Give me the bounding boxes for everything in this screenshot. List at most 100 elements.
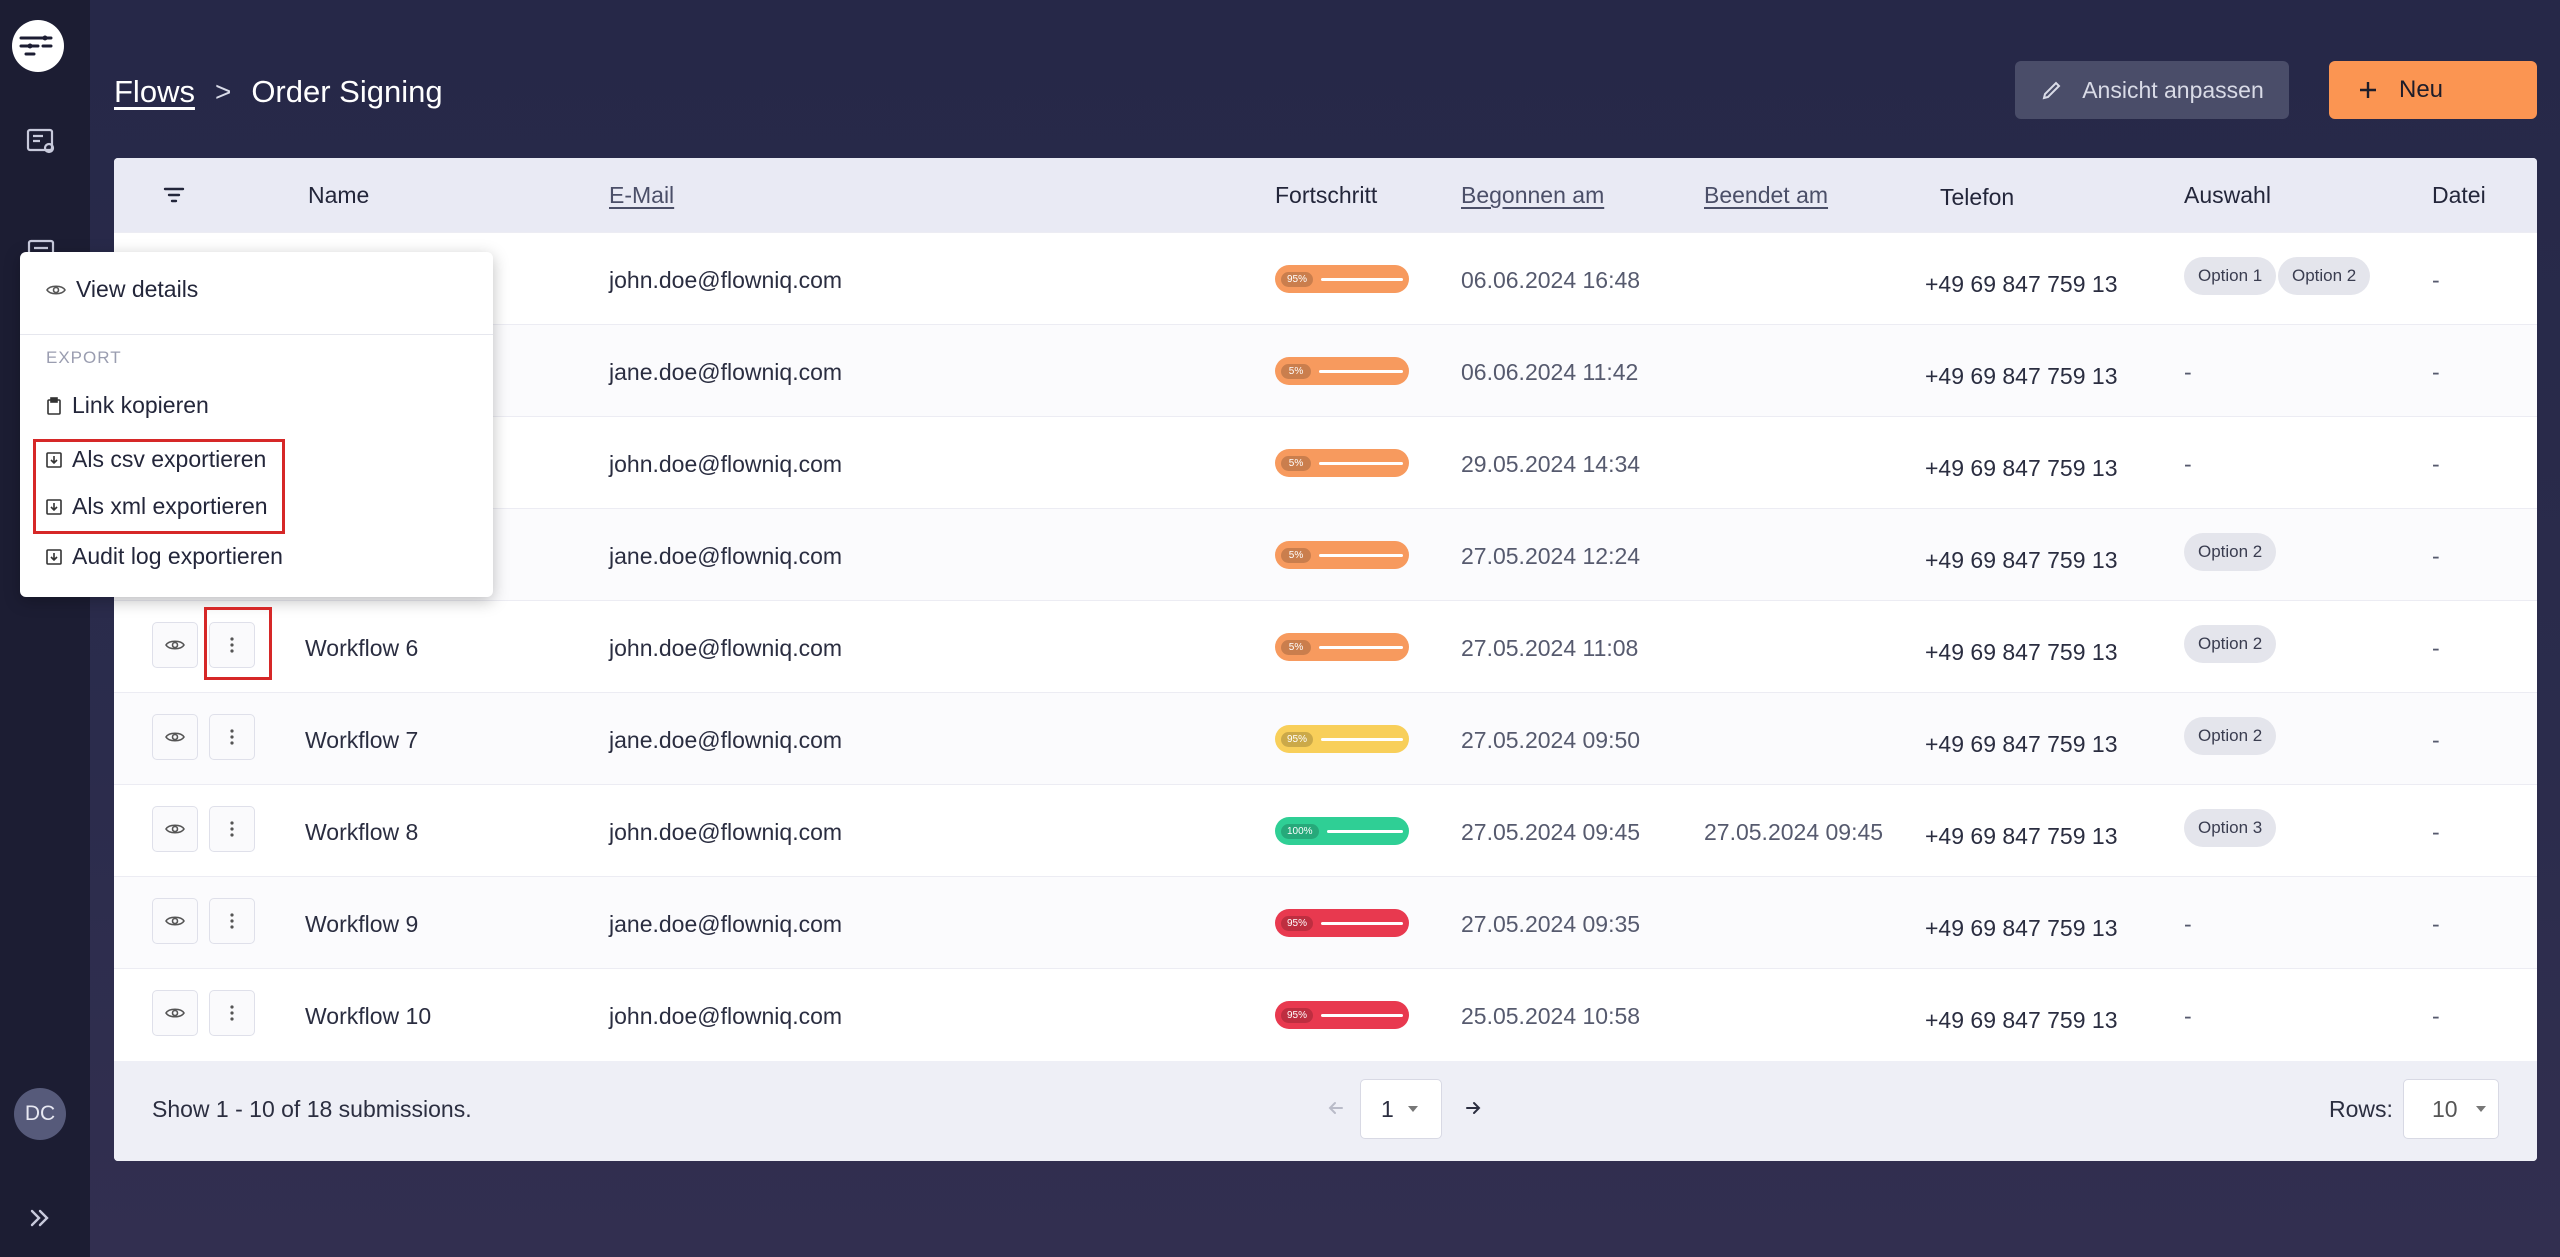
progress-percent: 5% — [1281, 639, 1311, 655]
progress-bar: 95% — [1275, 265, 1409, 293]
header-name: Name — [308, 182, 370, 208]
prev-page-icon[interactable] — [1326, 1097, 1346, 1124]
table-footer: Show 1 - 10 of 18 submissions. 1 Rows: 1… — [114, 1061, 2537, 1161]
progress-bar: 5% — [1275, 357, 1409, 385]
row-file: - — [2432, 359, 2440, 385]
rows-per-page-select[interactable]: 10 — [2403, 1079, 2499, 1139]
eye-icon — [46, 284, 66, 295]
rows-label: Rows: — [2329, 1096, 2393, 1122]
row-phone: +49 69 847 759 13 — [1925, 547, 2118, 573]
new-button-label: Neu — [2399, 76, 2444, 103]
sidebar: DC — [0, 0, 90, 1257]
page-select[interactable]: 1 — [1360, 1079, 1442, 1139]
clipboard-icon — [47, 396, 61, 415]
table-row[interactable]: Workflow 6 john.doe@flowniq.com 5% 27.05.… — [114, 600, 2537, 692]
breadcrumb: Flows > Order Signing — [114, 70, 443, 114]
logo-icon[interactable] — [12, 20, 64, 72]
next-page-icon[interactable] — [1463, 1097, 1483, 1124]
more-vertical-icon — [230, 729, 234, 745]
view-row-button[interactable] — [152, 898, 198, 944]
eye-icon — [165, 732, 185, 742]
view-details-menu-item[interactable]: View details — [46, 276, 198, 303]
export-section-label: EXPORT — [46, 348, 122, 367]
row-choice-empty: - — [2184, 1003, 2192, 1029]
row-phone: +49 69 847 759 13 — [1925, 823, 2118, 849]
row-phone: +49 69 847 759 13 — [1925, 915, 2118, 941]
row-phone: +49 69 847 759 13 — [1925, 363, 2118, 389]
table-row[interactable]: Workflow 8 john.doe@flowniq.com 100% 27.0… — [114, 784, 2537, 876]
row-file: - — [2432, 1003, 2440, 1029]
export-options-highlight — [33, 439, 285, 534]
header-file: Datei — [2432, 182, 2486, 208]
progress-percent: 5% — [1281, 455, 1311, 471]
page-number: 1 — [1381, 1095, 1394, 1122]
row-started: 27.05.2024 09:50 — [1461, 727, 1641, 753]
header-ended[interactable]: Beendet am — [1704, 182, 1828, 209]
choice-chip: Option 2 — [2184, 717, 2277, 755]
row-email: john.doe@flowniq.com — [609, 267, 843, 293]
eye-icon — [165, 916, 185, 926]
row-file: - — [2432, 543, 2440, 569]
pencil-icon — [2042, 81, 2061, 100]
row-menu-button-highlight — [204, 607, 272, 680]
progress-bar: 95% — [1275, 909, 1409, 937]
progress-percent: 95% — [1281, 731, 1314, 747]
row-menu-button[interactable] — [209, 714, 255, 760]
row-menu-button[interactable] — [209, 806, 255, 852]
progress-line — [1319, 369, 1403, 373]
progress-line — [1321, 277, 1403, 281]
header-progress: Fortschritt — [1275, 182, 1378, 208]
export-audit-log-label: Audit log exportieren — [72, 543, 283, 569]
row-file: - — [2432, 727, 2440, 753]
avatar[interactable]: DC — [14, 1088, 66, 1140]
progress-line — [1321, 921, 1403, 925]
row-file: - — [2432, 267, 2440, 293]
row-email: john.doe@flowniq.com — [609, 819, 843, 845]
view-row-button[interactable] — [152, 806, 198, 852]
row-email: john.doe@flowniq.com — [609, 635, 843, 661]
table-row[interactable]: Workflow 7 jane.doe@flowniq.com 95% 27.05… — [114, 692, 2537, 784]
row-action-menu: View details EXPORT Link kopieren Als cs… — [20, 252, 493, 597]
flows-icon[interactable] — [24, 124, 58, 158]
customize-view-button[interactable]: Ansicht anpassen — [2015, 61, 2289, 119]
progress-bar: 95% — [1275, 725, 1409, 753]
row-menu-button[interactable] — [209, 990, 255, 1036]
table-row[interactable]: Workflow 10 john.doe@flowniq.com 95% 25.0… — [114, 968, 2537, 1060]
header-email[interactable]: E-Mail — [609, 182, 674, 209]
export-audit-log-menu-item[interactable]: Audit log exportieren — [46, 543, 283, 570]
eye-icon — [165, 640, 185, 650]
new-button[interactable]: Neu — [2329, 61, 2537, 119]
row-menu-button[interactable] — [209, 898, 255, 944]
table-row[interactable]: Workflow 9 jane.doe@flowniq.com 95% 27.05… — [114, 876, 2537, 968]
view-row-button[interactable] — [152, 714, 198, 760]
eye-icon — [165, 824, 185, 834]
filter-icon[interactable] — [163, 184, 185, 211]
row-email: jane.doe@flowniq.com — [609, 727, 843, 753]
row-name: Workflow 10 — [305, 1003, 432, 1029]
row-file: - — [2432, 819, 2440, 845]
expand-sidebar-icon[interactable] — [26, 1204, 54, 1232]
row-file: - — [2432, 635, 2440, 661]
more-vertical-icon — [230, 913, 234, 929]
breadcrumb-flows-link[interactable]: Flows — [114, 74, 195, 110]
row-choice-empty: - — [2184, 451, 2192, 477]
row-file: - — [2432, 451, 2440, 477]
header-started[interactable]: Begonnen am — [1461, 182, 1604, 209]
row-email: jane.doe@flowniq.com — [609, 359, 843, 385]
row-email: jane.doe@flowniq.com — [609, 543, 843, 569]
copy-link-menu-item[interactable]: Link kopieren — [46, 392, 209, 419]
row-choice-empty: - — [2184, 911, 2192, 937]
progress-percent: 95% — [1281, 915, 1314, 931]
view-row-button[interactable] — [152, 622, 198, 668]
progress-percent: 95% — [1281, 271, 1314, 287]
chevron-down-icon — [1407, 1106, 1418, 1112]
view-row-button[interactable] — [152, 990, 198, 1036]
copy-link-label: Link kopieren — [72, 392, 209, 418]
progress-line — [1319, 553, 1403, 557]
row-started: 27.05.2024 12:24 — [1461, 543, 1641, 569]
menu-divider — [20, 334, 493, 335]
progress-bar: 95% — [1275, 1001, 1409, 1029]
row-file: - — [2432, 911, 2440, 937]
progress-line — [1319, 645, 1403, 649]
row-phone: +49 69 847 759 13 — [1925, 271, 2118, 297]
